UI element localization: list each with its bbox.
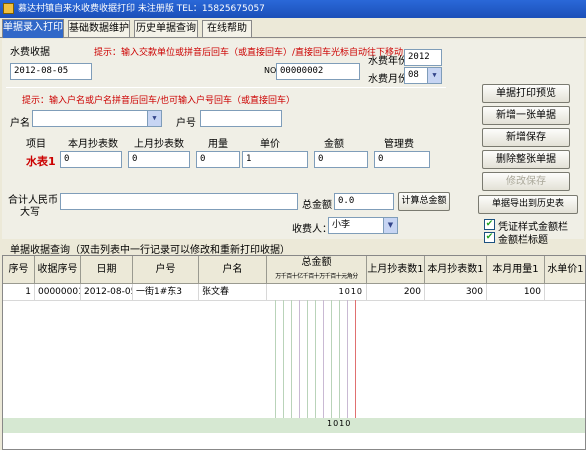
- table-row-cur-reading[interactable]: 300: [425, 284, 487, 301]
- chevron-down-icon[interactable]: ▼: [147, 111, 161, 126]
- add-receipt-button[interactable]: 新增一张单据: [482, 106, 570, 125]
- delete-receipt-button[interactable]: 删除整张单据: [482, 150, 570, 169]
- app-icon: [3, 3, 14, 14]
- col-header-item: 项目: [26, 139, 46, 150]
- cur-reading-field[interactable]: 0: [60, 151, 122, 168]
- col-header-price: 单价: [260, 139, 280, 150]
- prev-reading-field[interactable]: 0: [128, 151, 190, 168]
- table-row-usage[interactable]: 100: [487, 284, 545, 301]
- chevron-down-icon[interactable]: ▼: [427, 68, 441, 83]
- huhao-label: 户号: [176, 118, 196, 129]
- col-header-fee: 管理费: [384, 139, 414, 150]
- grid-header-usage[interactable]: 本月用量1: [487, 256, 545, 284]
- amount-grid-line: [275, 300, 276, 418]
- amount-grid-line: [299, 300, 300, 418]
- table-row-huhao[interactable]: 一街1#东3: [133, 284, 199, 301]
- amount-grid-line: [339, 300, 340, 418]
- amount-grid-line: [307, 300, 308, 418]
- receipt-grid[interactable]: 序号 收据序号 日期 户号 户名 总金额 万千百十亿千百十万千百十元角分 上月抄…: [2, 255, 586, 450]
- rmb-label-2: 大写: [20, 207, 40, 218]
- chevron-down-icon[interactable]: ▼: [383, 218, 397, 233]
- amount-decimal-line: [355, 300, 356, 418]
- grid-header-date[interactable]: 日期: [81, 256, 133, 284]
- huming-select[interactable]: ▼: [32, 110, 162, 127]
- table-row-amount[interactable]: 1010: [267, 284, 367, 301]
- price-field[interactable]: 1: [242, 151, 308, 168]
- year-label: 水费年份: [368, 56, 408, 67]
- meter-row-label: 水表1: [26, 155, 56, 168]
- grid-header-huhao[interactable]: 户号: [133, 256, 199, 284]
- section-label: 水费收据: [10, 47, 50, 58]
- month-select[interactable]: 08 ▼: [404, 67, 442, 84]
- grid-header-prev-reading[interactable]: 上月抄表数1: [367, 256, 425, 284]
- edit-save-button[interactable]: 修改保存: [482, 172, 570, 191]
- table-row-date[interactable]: 2012-08-05: [81, 284, 133, 301]
- year-field[interactable]: 2012: [404, 49, 442, 66]
- tab-entry-print[interactable]: 单据录入打印: [2, 19, 64, 38]
- tab-history[interactable]: 历史单据查询: [134, 20, 198, 37]
- print-preview-button[interactable]: 单据打印预览: [482, 84, 570, 103]
- collector-label: 收费人：: [292, 224, 332, 235]
- grid-total-row: 1010: [3, 418, 585, 433]
- save-new-button[interactable]: 新增保存: [482, 128, 570, 147]
- tab-help[interactable]: 在线帮助: [202, 20, 252, 37]
- table-row-prev-reading[interactable]: 200: [367, 284, 425, 301]
- hint-top: 提示：输入交款单位或拼音后回车（或直接回车）/直接回车光标自动往下移动: [94, 48, 404, 58]
- tab-bar: 单据录入打印 基础数据维护 历史单据查询 在线帮助: [0, 18, 586, 38]
- amount-grid-line: [291, 300, 292, 418]
- col-header-cur-reading: 本月抄表数: [68, 139, 118, 150]
- amount-grid-line: [283, 300, 284, 418]
- grid-total-amount: 1010: [327, 419, 352, 428]
- amount-grid-line: [347, 300, 348, 418]
- month-label: 水费月份: [368, 74, 408, 85]
- export-history-button[interactable]: 单据导出到历史表: [478, 195, 578, 214]
- table-row-receipt-no[interactable]: 00000001: [35, 284, 81, 301]
- window-title: 慕达村镇自来水收费收据打印 未注册版 TEL：15825675057: [0, 0, 586, 18]
- date-field[interactable]: 2012-08-05: [10, 63, 92, 80]
- col-header-amount: 金额: [324, 139, 344, 150]
- calc-total-button[interactable]: 计算总金额: [398, 192, 450, 211]
- fee-field[interactable]: 0: [374, 151, 430, 168]
- usage-field[interactable]: 0: [196, 151, 240, 168]
- table-row-huming[interactable]: 张文春: [199, 284, 267, 301]
- huming-label: 户名: [10, 118, 30, 129]
- grid-header-receipt-no[interactable]: 收据序号: [35, 256, 81, 284]
- amount-digit-places: 万千百十亿千百十万千百十元角分: [275, 273, 358, 280]
- month-value: 08: [408, 70, 419, 80]
- window-title-text: 慕达村镇自来水收费收据打印 未注册版 TEL：15825675057: [18, 4, 265, 14]
- table-row-price[interactable]: [545, 284, 585, 301]
- col-header-prev-reading: 上月抄表数: [134, 139, 184, 150]
- check-icon[interactable]: ✔: [484, 219, 495, 230]
- tab-basic-data[interactable]: 基础数据维护: [68, 20, 130, 37]
- amount-header-title: 总金额: [301, 257, 332, 268]
- entry-panel: 水费收据 提示：输入交款单位或拼音后回车（或直接回车）/直接回车光标自动往下移动…: [2, 39, 584, 246]
- divider: [6, 87, 446, 88]
- grid-header-price[interactable]: 水单价1: [545, 256, 585, 284]
- collector-value: 小李: [332, 220, 351, 230]
- grid-header-amount[interactable]: 总金额 万千百十亿千百十万千百十元角分: [267, 256, 367, 284]
- grid-header-huming[interactable]: 户名: [199, 256, 267, 284]
- total-field[interactable]: 0.0: [334, 193, 394, 210]
- col-header-usage: 用量: [208, 139, 228, 150]
- amount-grid-line: [323, 300, 324, 418]
- grid-title: 单据收据查询（双击列表中一行记录可以修改和重新打印收据）: [10, 245, 290, 256]
- huhao-field[interactable]: [200, 110, 282, 127]
- rmb-uppercase-field[interactable]: [60, 193, 298, 210]
- check-icon[interactable]: ✔: [484, 232, 495, 243]
- collector-select[interactable]: 小李 ▼: [328, 217, 398, 234]
- amount-grid-line: [315, 300, 316, 418]
- checkbox-amount-title-label: 金额栏标题: [498, 235, 548, 246]
- grid-header-cur-reading[interactable]: 本月抄表数1: [425, 256, 487, 284]
- receipt-no-field[interactable]: 00000002: [276, 63, 360, 80]
- hint-mid: 提示：输入户名或户名拼音后回车/也可输入户号回车（或直接回车）: [22, 96, 296, 106]
- table-row-seq[interactable]: 1: [3, 284, 35, 301]
- amount-grid-line: [331, 300, 332, 418]
- amount-field[interactable]: 0: [314, 151, 368, 168]
- no-label: NO: [264, 66, 277, 75]
- grid-header-seq[interactable]: 序号: [3, 256, 35, 284]
- total-label: 总金额: [302, 200, 332, 211]
